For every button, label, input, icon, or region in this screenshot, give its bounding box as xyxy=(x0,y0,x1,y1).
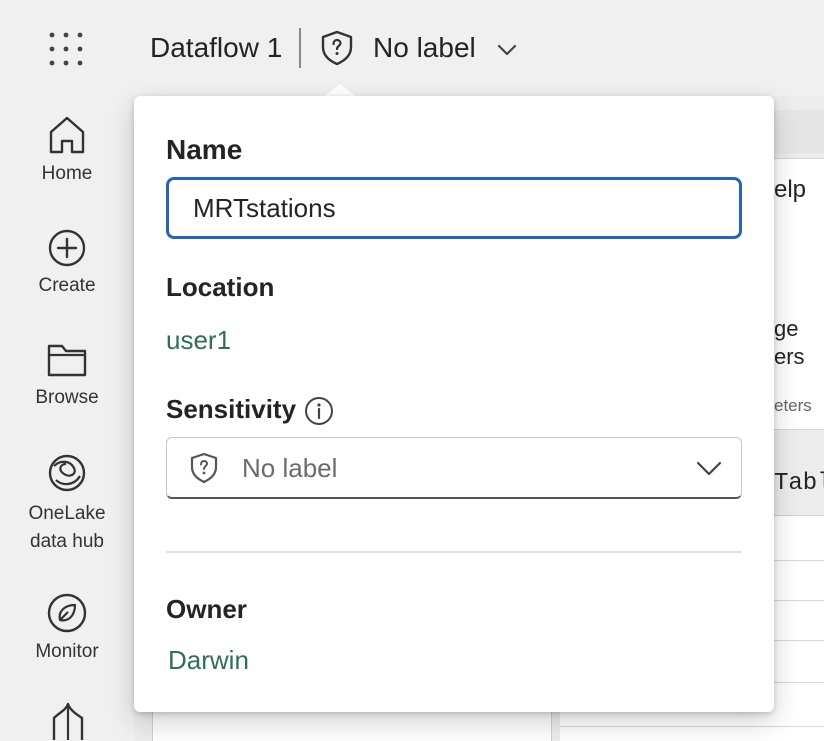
ribbon-parameters-fragment[interactable]: ers xyxy=(774,344,805,370)
sensitivity-shield-icon[interactable] xyxy=(320,30,354,66)
nav-label-onelake-1: OneLake xyxy=(28,503,106,524)
chevron-down-icon[interactable] xyxy=(495,38,519,62)
nav-item-monitor[interactable]: Monitor xyxy=(0,592,134,666)
location-link[interactable]: user1 xyxy=(166,325,231,356)
folder-icon xyxy=(47,344,87,377)
formula-bar-fragment[interactable]: Tabl xyxy=(774,470,824,497)
nav-label-onelake-2: data hub xyxy=(30,531,104,552)
onelake-icon xyxy=(48,454,86,492)
nav-item-onelake-data-hub[interactable]: OneLake data hub xyxy=(0,452,134,556)
nav-label-browse: Browse xyxy=(35,387,99,408)
nav-item-browse[interactable]: Browse xyxy=(0,340,134,412)
sensitivity-shield-icon xyxy=(190,452,218,484)
nav-item-learn[interactable] xyxy=(0,700,134,740)
ribbon-help-tab-fragment[interactable]: elp xyxy=(774,176,806,204)
left-navigation-rail: Home Create Browse OneLake data hub Moni… xyxy=(0,96,134,740)
nav-label-home: Home xyxy=(41,163,93,184)
name-heading: Name xyxy=(166,134,243,165)
owner-heading: Owner xyxy=(166,594,247,624)
sensitivity-heading: Sensitivity xyxy=(166,394,297,424)
sensitivity-dropdown[interactable]: No label xyxy=(166,437,742,499)
nav-label-monitor: Monitor xyxy=(35,641,99,662)
nav-item-create[interactable]: Create xyxy=(0,228,134,300)
section-divider xyxy=(166,551,742,553)
monitor-icon xyxy=(47,593,87,633)
sensitivity-label-button[interactable]: No label xyxy=(373,32,476,64)
ribbon-manage-fragment[interactable]: ge xyxy=(774,316,798,342)
ribbon-group-label-fragment: eters xyxy=(774,396,812,415)
location-heading: Location xyxy=(166,272,275,302)
book-icon xyxy=(52,702,84,740)
owner-link[interactable]: Darwin xyxy=(168,645,249,676)
chevron-down-icon xyxy=(696,461,722,476)
app-launcher-icon[interactable] xyxy=(48,31,84,67)
name-input[interactable] xyxy=(166,177,742,239)
info-icon[interactable] xyxy=(304,396,334,426)
nav-item-home[interactable]: Home xyxy=(0,114,134,188)
item-title[interactable]: Dataflow 1 xyxy=(150,32,282,64)
add-circle-icon xyxy=(48,229,86,267)
nav-label-create: Create xyxy=(38,275,96,296)
sensitivity-selected-value: No label xyxy=(242,453,338,483)
ribbon-background xyxy=(770,110,824,154)
top-bar: Dataflow 1 No label xyxy=(0,0,824,96)
title-divider xyxy=(299,28,301,68)
home-icon xyxy=(49,116,85,154)
